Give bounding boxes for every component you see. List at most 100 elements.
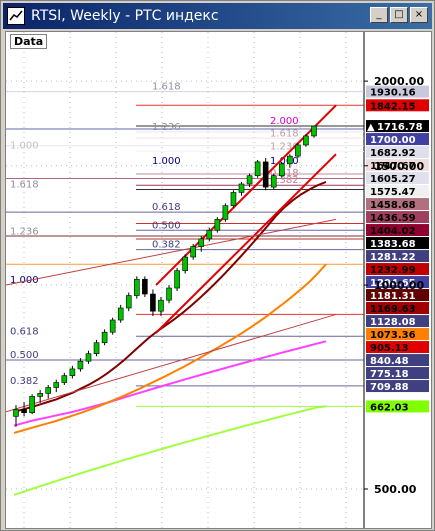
price-tag-label: 1128.08	[370, 317, 416, 328]
candle-body	[246, 175, 253, 185]
channel-lower-line	[155, 153, 337, 334]
candle	[134, 276, 140, 299]
candle	[254, 159, 261, 178]
fib-level-label: 1.000	[10, 275, 39, 286]
candle-body	[303, 135, 309, 146]
panel-label: Data	[10, 34, 48, 49]
candle-body	[158, 299, 164, 312]
candle	[85, 350, 92, 364]
candle	[61, 372, 68, 386]
price-tag-label: 1404.02	[370, 226, 416, 237]
price-tag-label: 1181.31	[370, 291, 416, 302]
maximize-button[interactable]: □	[390, 7, 408, 23]
price-tag-label: 1842.15	[370, 101, 416, 112]
candle	[150, 289, 156, 317]
candle	[166, 285, 172, 304]
candle	[174, 267, 180, 292]
candle-body	[238, 183, 245, 193]
candle-body	[214, 219, 221, 231]
candle-body	[230, 192, 237, 206]
fib-level-label: 0.500	[10, 350, 39, 361]
candle	[117, 304, 124, 323]
price-tag-label: 1716.78	[377, 122, 423, 133]
axis-tick-label: 2000.00	[374, 75, 424, 88]
candle-body	[142, 278, 148, 295]
candle-body	[222, 205, 229, 220]
candle-body	[206, 229, 213, 240]
candle	[101, 329, 108, 346]
candle	[142, 276, 148, 298]
price-tag-label: 1281.22	[370, 252, 416, 263]
price-tag-label: 1682.92	[370, 148, 416, 159]
price-tag-label: 1436.59	[370, 213, 416, 224]
candle-body	[287, 155, 293, 165]
candle-body	[134, 278, 140, 296]
title-bar[interactable]: RTSI, Weekly - РТС индекс _ □ ×	[3, 3, 432, 29]
minimize-button[interactable]: _	[370, 7, 388, 23]
price-tag-label: 1383.68	[370, 239, 416, 250]
close-button[interactable]: ×	[410, 7, 428, 23]
candle-body	[37, 393, 43, 397]
candle-body	[174, 270, 180, 289]
fib-level-label: 0.382	[152, 240, 181, 251]
candle	[29, 394, 35, 415]
candle	[230, 190, 237, 208]
axis-tick-label: 500.00	[374, 483, 417, 496]
candle-body	[270, 175, 277, 188]
candle-body	[109, 319, 116, 333]
axis-tick-label: 1000.00	[374, 279, 424, 292]
candle-body	[21, 409, 27, 414]
candle	[303, 134, 309, 147]
candle	[238, 181, 245, 196]
candle-body	[198, 238, 205, 247]
candle-body	[53, 382, 60, 388]
fib-level-label: 2.000	[270, 116, 299, 127]
fib-level-label: 0.618	[10, 326, 39, 337]
candle-body	[69, 368, 76, 376]
candle	[311, 125, 317, 138]
price-tag-label: 1605.27	[370, 174, 416, 185]
candle-body	[101, 331, 108, 344]
candle	[93, 339, 100, 357]
price-tag-label: 1073.36	[370, 330, 416, 341]
candle-body	[262, 161, 269, 188]
fib-level-label: 1.236	[10, 226, 39, 237]
candle-body	[150, 293, 156, 312]
price-chart[interactable]: 1.6181.2362.0001.6181.2361.0000.6180.382…	[6, 32, 431, 528]
price-tag-label: 905.13	[370, 343, 409, 354]
price-tag-label: 840.48	[370, 356, 409, 367]
candle	[53, 379, 60, 393]
price-tag-label: 1700.00	[370, 135, 416, 146]
candle	[278, 161, 285, 178]
moving-average-line	[13, 340, 327, 427]
candle	[45, 385, 52, 399]
candle	[158, 297, 164, 317]
price-tag-label: 709.88	[370, 382, 409, 393]
candle-body	[125, 295, 132, 309]
candle	[182, 254, 188, 274]
price-tag-label: 1458.68	[370, 200, 416, 211]
price-tag-arrow: ▲	[367, 122, 375, 133]
candle	[190, 243, 196, 260]
price-tag-label: 1575.47	[370, 187, 416, 198]
candle-body	[254, 161, 261, 177]
candle	[214, 217, 221, 233]
candle-body	[295, 144, 301, 157]
candle	[222, 203, 229, 222]
candle-body	[85, 353, 92, 362]
candle-body	[13, 409, 19, 417]
candle-body	[278, 163, 285, 177]
price-tag-label: 1930.16	[370, 88, 416, 99]
candle-body	[77, 360, 84, 370]
app-window: RTSI, Weekly - РТС индекс _ □ × 1.618 1.2…	[0, 0, 435, 531]
candle-body	[61, 375, 68, 383]
fib-level-label: 1.618	[10, 180, 39, 191]
fib-level-label: 1.618	[270, 128, 299, 139]
chart-area[interactable]: 1.6181.2362.0001.6181.2361.0000.6180.382…	[5, 31, 432, 529]
price-tag-label: 1232.99	[370, 265, 416, 276]
candle	[270, 173, 277, 190]
price-tag-label: 662.03	[370, 402, 409, 413]
candle-body	[182, 256, 188, 272]
candle	[69, 365, 76, 379]
fib-level-label: 1.618	[152, 82, 181, 93]
